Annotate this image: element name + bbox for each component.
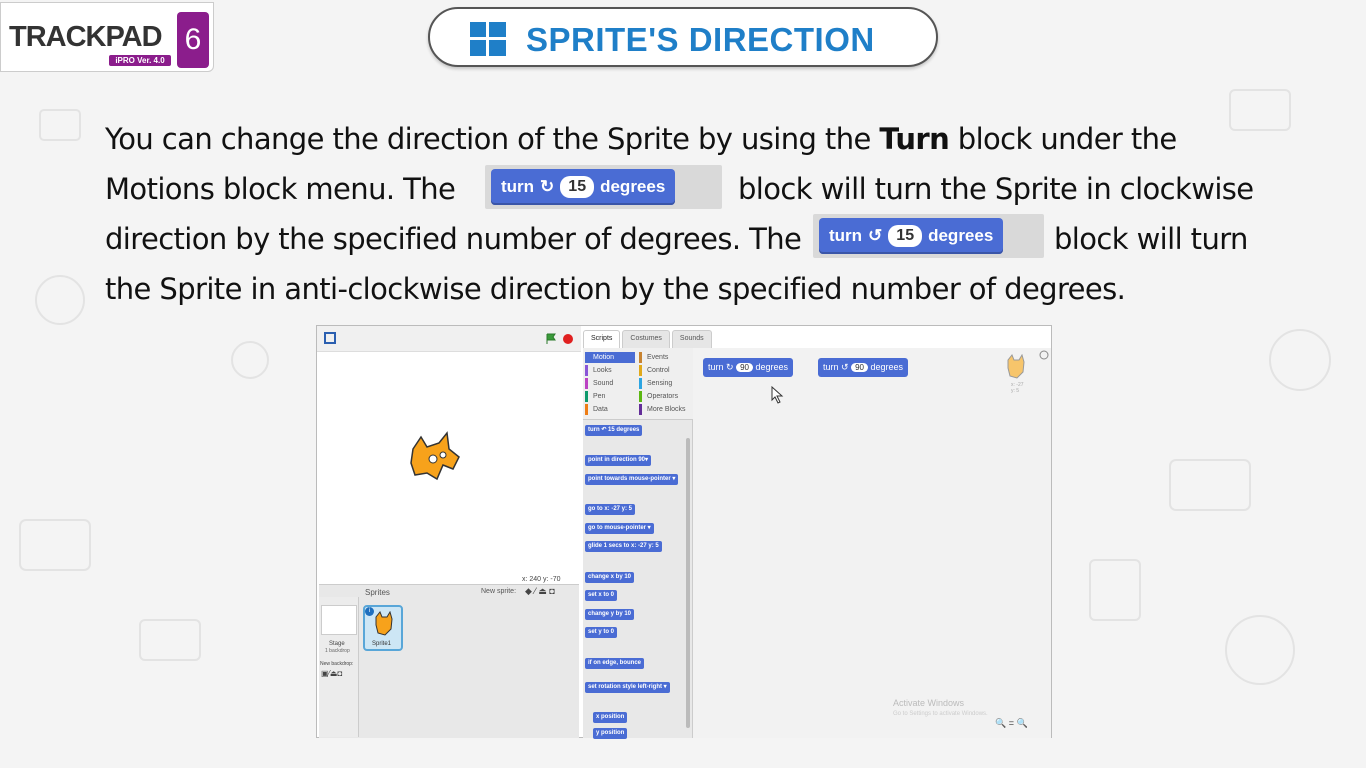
category-more-blocks[interactable]: More Blocks xyxy=(639,404,686,415)
turn-clockwise-block-image: turn ↻ 15 degrees xyxy=(485,165,722,209)
script-turn-anticlockwise-block[interactable]: turn ↺ 90 degrees xyxy=(818,358,909,377)
category-operators[interactable]: Operators xyxy=(639,391,678,402)
turn-anticlockwise-block-image: turn ↺ 15 degrees xyxy=(813,214,1044,258)
scratch-editor-screenshot: x: 240 y: -70 Sprites New sprite: ◆ ⁄ ⏏ … xyxy=(316,325,1052,739)
category-motion[interactable]: Motion xyxy=(585,352,635,363)
rotate-anticlockwise-icon: ↺ xyxy=(868,226,883,245)
category-data[interactable]: Data xyxy=(585,404,608,415)
degrees-label: degrees xyxy=(870,362,904,372)
block-categories: Motion Looks Sound Pen Data Events Contr… xyxy=(583,348,693,420)
category-sensing[interactable]: Sensing xyxy=(639,378,672,389)
palette-go-to-block[interactable]: go to mouse-pointer ▾ xyxy=(585,523,654,534)
stage-backdrop-count: 1 backdrop xyxy=(325,648,350,654)
sprites-label: Sprites xyxy=(365,588,390,597)
para-line-2-a: Motions block menu. The xyxy=(105,172,456,206)
palette-rotation-style-block[interactable]: set rotation style left-right ▾ xyxy=(585,682,670,693)
palette-point-towards-block[interactable]: point towards mouse-pointer ▾ xyxy=(585,474,679,485)
slide-title-banner: SPRITE'S DIRECTION xyxy=(428,7,938,67)
logo-brand: TRACKPAD xyxy=(9,21,163,53)
category-control[interactable]: Control xyxy=(639,365,670,376)
para-line-3-b: block will turn xyxy=(1054,222,1248,256)
tab-costumes[interactable]: Costumes xyxy=(622,330,670,348)
tab-sounds[interactable]: Sounds xyxy=(671,330,712,348)
palette-y-position-block[interactable]: y position xyxy=(593,728,628,739)
block-palette: Motion Looks Sound Pen Data Events Contr… xyxy=(583,348,693,739)
turn-anticlockwise-block: turn ↺ 15 degrees xyxy=(819,218,1004,254)
palette-scrollbar[interactable] xyxy=(686,438,690,728)
cat-thumbnail-icon xyxy=(375,611,393,636)
logo-version: iPRO Ver. 4.0 xyxy=(109,55,171,66)
category-looks[interactable]: Looks xyxy=(585,365,612,376)
sprite1-name: Sprite1 xyxy=(372,641,392,647)
green-flag-icon[interactable] xyxy=(545,333,557,345)
mouse-coordinates: x: 240 y: -70 xyxy=(522,576,561,583)
palette-set-x-block[interactable]: set x to 0 xyxy=(585,590,618,601)
activate-windows-title: Activate Windows xyxy=(893,698,965,708)
slide-title: SPRITE'S DIRECTION xyxy=(526,21,875,58)
degrees-value[interactable]: 90 xyxy=(736,363,753,372)
stage-canvas[interactable] xyxy=(319,353,579,573)
palette-change-y-block[interactable]: change y by 10 xyxy=(585,609,635,620)
editor-tabs: Scripts Costumes Sounds xyxy=(583,330,712,348)
palette-change-x-block[interactable]: change x by 10 xyxy=(585,572,635,583)
para-line-3-a: direction by the specified number of deg… xyxy=(105,222,802,256)
palette-turn-block[interactable]: turn ↶ 15 degrees xyxy=(585,425,643,436)
degrees-label: degrees xyxy=(600,177,666,196)
stage-label: Stage xyxy=(329,641,345,647)
help-icon[interactable] xyxy=(1039,350,1049,360)
palette-set-y-block[interactable]: set y to 0 xyxy=(585,627,618,638)
degrees-label: degrees xyxy=(928,226,994,245)
sprites-pane: Sprites New sprite: ◆ ⁄ ⏏ ◘ Stage 1 back… xyxy=(319,584,579,738)
para-line-4: the Sprite in anti-clockwise direction b… xyxy=(105,272,1126,306)
degrees-label: degrees xyxy=(755,362,789,372)
sprite-position-readout: x: -27 y: 5 xyxy=(1011,382,1024,394)
category-pen[interactable]: Pen xyxy=(585,391,605,402)
para-turn-bold: Turn xyxy=(879,122,950,156)
zoom-controls[interactable]: 🔍 = 🔍 xyxy=(995,718,1028,729)
degrees-value: 15 xyxy=(888,225,923,247)
turn-label: turn xyxy=(501,177,535,196)
logo-grade: 6 xyxy=(177,12,209,68)
trackpad-logo: TRACKPAD 6 iPRO Ver. 4.0 xyxy=(0,2,214,72)
stage-column[interactable]: Stage 1 backdrop New backdrop: ▣⁄⏏◘ xyxy=(319,597,359,737)
para-line-1-b: block under the xyxy=(949,122,1178,156)
new-backdrop-label: New backdrop: xyxy=(320,661,354,667)
new-sprite-icons[interactable]: ◆ ⁄ ⏏ ◘ xyxy=(525,586,555,597)
rotate-anticlockwise-icon: ↺ xyxy=(841,362,849,372)
palette-point-direction-block[interactable]: point in direction 90▾ xyxy=(585,455,652,466)
para-line-1: You can change the direction of the Spri… xyxy=(105,114,1177,164)
stage-toolbar xyxy=(317,326,581,352)
cat-sprite-icon[interactable] xyxy=(403,429,465,485)
turn-clockwise-block: turn ↻ 15 degrees xyxy=(491,169,676,205)
rotate-clockwise-icon: ↻ xyxy=(540,177,555,196)
stage-thumbnail[interactable] xyxy=(321,605,357,635)
para-line-2-b: block will turn the Sprite in clockwise xyxy=(738,172,1254,206)
para-line-1-a: You can change the direction of the Spri… xyxy=(105,122,880,156)
turn-label: turn xyxy=(829,226,863,245)
degrees-value: 15 xyxy=(560,176,595,198)
palette-go-to-xy-block[interactable]: go to x: -27 y: 5 xyxy=(585,504,636,515)
stop-icon[interactable] xyxy=(562,333,574,345)
tab-scripts[interactable]: Scripts xyxy=(583,330,621,348)
new-sprite-label: New sprite: xyxy=(481,588,517,595)
palette-x-position-block[interactable]: x position xyxy=(593,712,628,723)
mouse-cursor-icon xyxy=(771,386,784,404)
turn-label: turn xyxy=(823,362,839,372)
scripts-area[interactable]: turn ↻ 90 degrees turn ↺ 90 degrees x: -… xyxy=(693,348,1051,738)
category-events[interactable]: Events xyxy=(639,352,668,363)
palette-glide-block[interactable]: glide 1 secs to x: -27 y: 5 xyxy=(585,541,662,552)
script-turn-clockwise-block[interactable]: turn ↻ 90 degrees xyxy=(703,358,794,377)
sprite-preview-icon xyxy=(1007,354,1025,379)
activate-windows-subtitle: Go to Settings to activate Windows. xyxy=(893,711,988,717)
category-sound[interactable]: Sound xyxy=(585,378,613,389)
windows-logo-icon xyxy=(470,22,506,56)
palette-bounce-block[interactable]: if on edge, bounce xyxy=(585,658,645,669)
new-backdrop-icons[interactable]: ▣⁄⏏◘ xyxy=(321,669,342,678)
rotate-clockwise-icon: ↻ xyxy=(726,362,734,372)
sprite1-thumbnail[interactable]: i Sprite1 xyxy=(363,605,403,651)
turn-label: turn xyxy=(708,362,724,372)
degrees-value[interactable]: 90 xyxy=(851,363,868,372)
fullscreen-icon[interactable] xyxy=(324,332,336,344)
